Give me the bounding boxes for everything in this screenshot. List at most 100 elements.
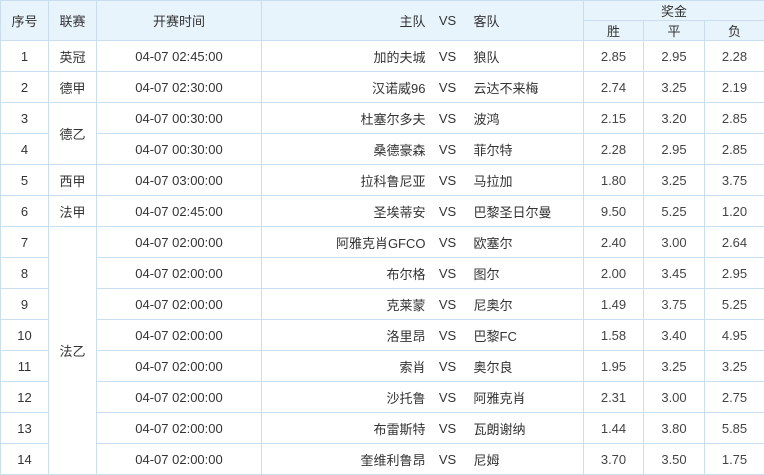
row-start-time: 04-07 02:00:00 [97,289,262,320]
row-odds-lose: 2.19 [705,72,764,103]
row-away-team: 欧塞尔 [468,227,584,258]
row-odds-draw: 3.40 [644,320,705,351]
row-odds-lose: 2.85 [705,103,764,134]
row-away-team: 波鸿 [468,103,584,134]
row-start-time: 04-07 02:00:00 [97,227,262,258]
row-vs: VS [428,103,468,134]
row-vs: VS [428,41,468,72]
row-odds-draw: 3.20 [644,103,705,134]
header-lose: 负 [705,21,764,41]
row-start-time: 04-07 02:00:00 [97,258,262,289]
row-vs: VS [428,382,468,413]
row-vs: VS [428,444,468,475]
row-home-team: 圣埃蒂安 [262,196,428,227]
row-home-team: 布雷斯特 [262,413,428,444]
header-home: 主队 [262,1,428,41]
row-away-team: 瓦朗谢纳 [468,413,584,444]
row-vs: VS [428,165,468,196]
row-away-team: 菲尔特 [468,134,584,165]
row-league: 德甲 [49,72,97,103]
row-index: 10 [1,320,49,351]
table-row: 1004-07 02:00:00洛里昂VS巴黎FC1.583.404.95 [1,320,764,351]
table-row: 904-07 02:00:00克莱蒙VS尼奥尔1.493.755.25 [1,289,764,320]
header-vs: VS [428,1,468,41]
row-index: 3 [1,103,49,134]
table-row: 5西甲04-07 03:00:00拉科鲁尼亚VS马拉加1.803.253.75 [1,165,764,196]
row-odds-draw: 3.50 [644,444,705,475]
row-home-team: 索肖 [262,351,428,382]
row-odds-lose: 2.85 [705,134,764,165]
header-draw: 平 [644,21,705,41]
table-row: 1英冠04-07 02:45:00加的夫城VS狼队2.852.952.28 [1,41,764,72]
row-odds-lose: 3.25 [705,351,764,382]
row-start-time: 04-07 02:00:00 [97,382,262,413]
row-start-time: 04-07 02:30:00 [97,72,262,103]
row-start-time: 04-07 02:00:00 [97,320,262,351]
row-home-team: 洛里昂 [262,320,428,351]
row-odds-win: 1.44 [584,413,644,444]
row-index: 12 [1,382,49,413]
row-away-team: 狼队 [468,41,584,72]
row-index: 14 [1,444,49,475]
row-vs: VS [428,351,468,382]
row-vs: VS [428,134,468,165]
row-odds-lose: 3.75 [705,165,764,196]
row-odds-draw: 3.00 [644,382,705,413]
row-vs: VS [428,72,468,103]
table-row: 1104-07 02:00:00索肖VS奥尔良1.953.253.25 [1,351,764,382]
row-odds-win: 2.00 [584,258,644,289]
row-start-time: 04-07 02:45:00 [97,41,262,72]
row-away-team: 图尔 [468,258,584,289]
row-league: 西甲 [49,165,97,196]
header-win: 胜 [584,21,644,41]
row-start-time: 04-07 02:45:00 [97,196,262,227]
row-odds-draw: 3.25 [644,165,705,196]
row-odds-win: 3.70 [584,444,644,475]
table-row: 7法乙04-07 02:00:00阿雅克肖GFCOVS欧塞尔2.403.002.… [1,227,764,258]
row-league: 法甲 [49,196,97,227]
table-row: 6法甲04-07 02:45:00圣埃蒂安VS巴黎圣日尔曼9.505.251.2… [1,196,764,227]
row-odds-win: 1.80 [584,165,644,196]
row-away-team: 马拉加 [468,165,584,196]
row-start-time: 04-07 02:00:00 [97,444,262,475]
row-away-team: 阿雅克肖 [468,382,584,413]
row-odds-lose: 2.28 [705,41,764,72]
row-home-team: 布尔格 [262,258,428,289]
row-start-time: 04-07 02:00:00 [97,413,262,444]
row-away-team: 巴黎圣日尔曼 [468,196,584,227]
row-odds-draw: 3.25 [644,351,705,382]
header-prize: 奖金 [584,1,764,21]
row-odds-win: 2.74 [584,72,644,103]
row-index: 13 [1,413,49,444]
header-league: 联赛 [49,1,97,41]
row-odds-win: 2.28 [584,134,644,165]
row-odds-lose: 1.75 [705,444,764,475]
table-row: 2德甲04-07 02:30:00汉诺威96VS云达不来梅2.743.252.1… [1,72,764,103]
table-row: 1204-07 02:00:00沙托鲁VS阿雅克肖2.313.002.75 [1,382,764,413]
table-row: 1304-07 02:00:00布雷斯特VS瓦朗谢纳1.443.805.85 [1,413,764,444]
row-away-team: 巴黎FC [468,320,584,351]
table-row: 404-07 00:30:00桑德豪森VS菲尔特2.282.952.85 [1,134,764,165]
table-row: 1404-07 02:00:00奎维利鲁昂VS尼姆3.703.501.75 [1,444,764,475]
row-home-team: 汉诺威96 [262,72,428,103]
row-index: 11 [1,351,49,382]
match-odds-table: 序号 联赛 开赛时间 主队 VS 客队 奖金 胜 平 负 1英冠04-07 02… [0,0,764,475]
row-odds-lose: 2.95 [705,258,764,289]
row-index: 5 [1,165,49,196]
row-away-team: 云达不来梅 [468,72,584,103]
row-start-time: 04-07 00:30:00 [97,134,262,165]
header-away: 客队 [468,1,584,41]
row-odds-win: 1.49 [584,289,644,320]
row-home-team: 阿雅克肖GFCO [262,227,428,258]
row-home-team: 拉科鲁尼亚 [262,165,428,196]
row-odds-draw: 3.45 [644,258,705,289]
row-index: 7 [1,227,49,258]
row-odds-draw: 2.95 [644,41,705,72]
row-vs: VS [428,227,468,258]
row-index: 2 [1,72,49,103]
row-odds-lose: 2.75 [705,382,764,413]
row-odds-win: 2.15 [584,103,644,134]
row-league: 英冠 [49,41,97,72]
row-index: 6 [1,196,49,227]
row-away-team: 尼姆 [468,444,584,475]
